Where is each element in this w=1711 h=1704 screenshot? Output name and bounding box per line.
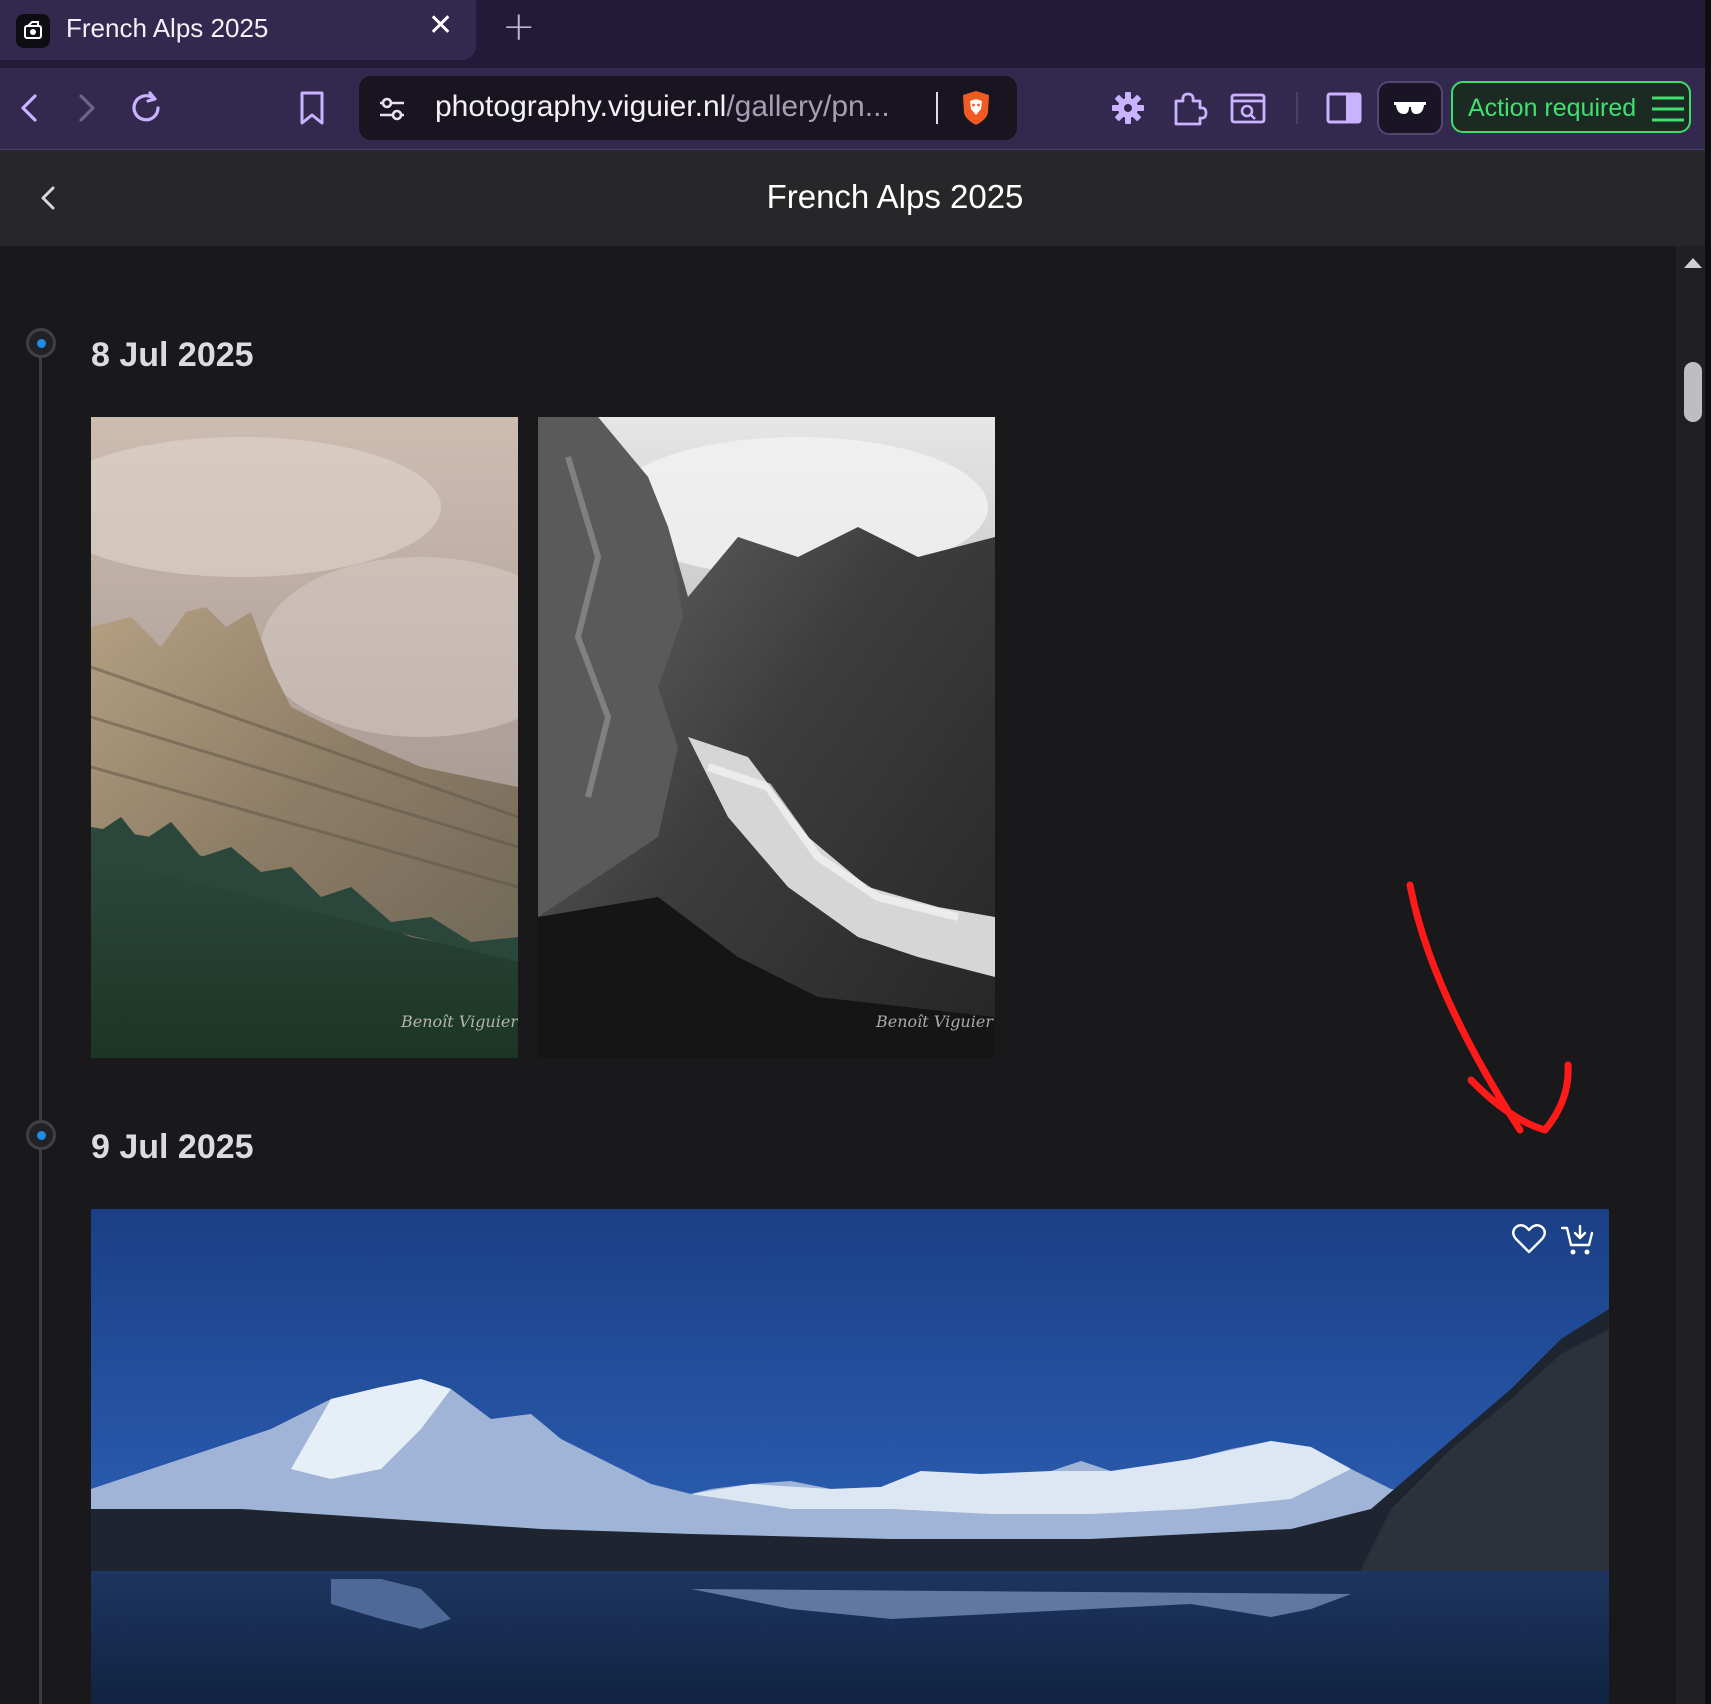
browser-tab[interactable]: French Alps 2025 ✕ <box>0 0 476 60</box>
extensions-puzzle-icon[interactable] <box>1167 86 1211 130</box>
url-text[interactable]: photography.viguier.nl/gallery/pn... <box>435 90 890 124</box>
url-divider <box>936 92 938 124</box>
svg-text:Benoît Viguier: Benoît Viguier <box>875 1012 994 1031</box>
bookmark-icon[interactable] <box>290 86 334 130</box>
private-glasses-icon[interactable] <box>1377 81 1443 135</box>
site-settings-icon[interactable] <box>377 94 407 128</box>
back-arrow-icon[interactable] <box>8 86 52 130</box>
window-edge <box>1705 0 1711 1704</box>
action-required-label: Action required <box>1468 94 1637 122</box>
tab-title: French Alps 2025 <box>66 13 269 43</box>
section-date: 8 Jul 2025 <box>91 336 254 374</box>
gallery-timeline: 8 Jul 2025 Benoît Viguier Benoît Viguier… <box>0 246 1676 1704</box>
url-host: photography.viguier.nl <box>435 90 727 123</box>
photo-cliff-color[interactable]: Benoît Viguier <box>91 417 518 1058</box>
reload-icon[interactable] <box>124 86 168 130</box>
settings-gear-icon[interactable] <box>1106 86 1150 130</box>
address-bar[interactable]: photography.viguier.nl/gallery/pn... <box>359 76 1017 140</box>
scroll-thumb[interactable] <box>1684 362 1702 422</box>
timeline-dot <box>26 1120 56 1150</box>
hamburger-menu-icon <box>1652 96 1684 122</box>
toolbar-divider <box>1296 92 1298 124</box>
sidebar-toggle-icon[interactable] <box>1322 86 1366 130</box>
browser-toolbar: photography.viguier.nl/gallery/pn... Act… <box>0 68 1711 150</box>
brave-shield-icon[interactable] <box>959 89 993 131</box>
action-required-button[interactable]: Action required <box>1451 81 1691 133</box>
url-path: /gallery/pn... <box>726 90 890 123</box>
site-favicon-icon <box>16 14 50 48</box>
browser-tab-bar: French Alps 2025 ✕ + <box>0 0 1711 68</box>
photo-lake-panorama[interactable] <box>91 1209 1609 1704</box>
timeline-dot <box>26 328 56 358</box>
scroll-up-arrow-icon[interactable] <box>1684 258 1702 268</box>
photo-action-group <box>1511 1223 1595 1257</box>
page-header: French Alps 2025 <box>0 150 1711 246</box>
heart-icon[interactable] <box>1511 1223 1547 1257</box>
annotation-arrow <box>1406 881 1572 1134</box>
timeline-line <box>39 346 42 1704</box>
new-tab-icon[interactable]: + <box>502 4 536 50</box>
svg-text:Benoît Viguier: Benoît Viguier <box>400 1012 518 1031</box>
page-title: French Alps 2025 <box>766 178 1024 215</box>
section-date: 9 Jul 2025 <box>91 1128 254 1166</box>
close-tab-icon[interactable]: ✕ <box>428 8 453 43</box>
forward-arrow-icon[interactable] <box>64 86 108 130</box>
add-to-cart-icon[interactable] <box>1561 1223 1595 1257</box>
photo-cliff-bw[interactable]: Benoît Viguier <box>538 417 995 1058</box>
reader-view-icon[interactable] <box>1226 86 1270 130</box>
